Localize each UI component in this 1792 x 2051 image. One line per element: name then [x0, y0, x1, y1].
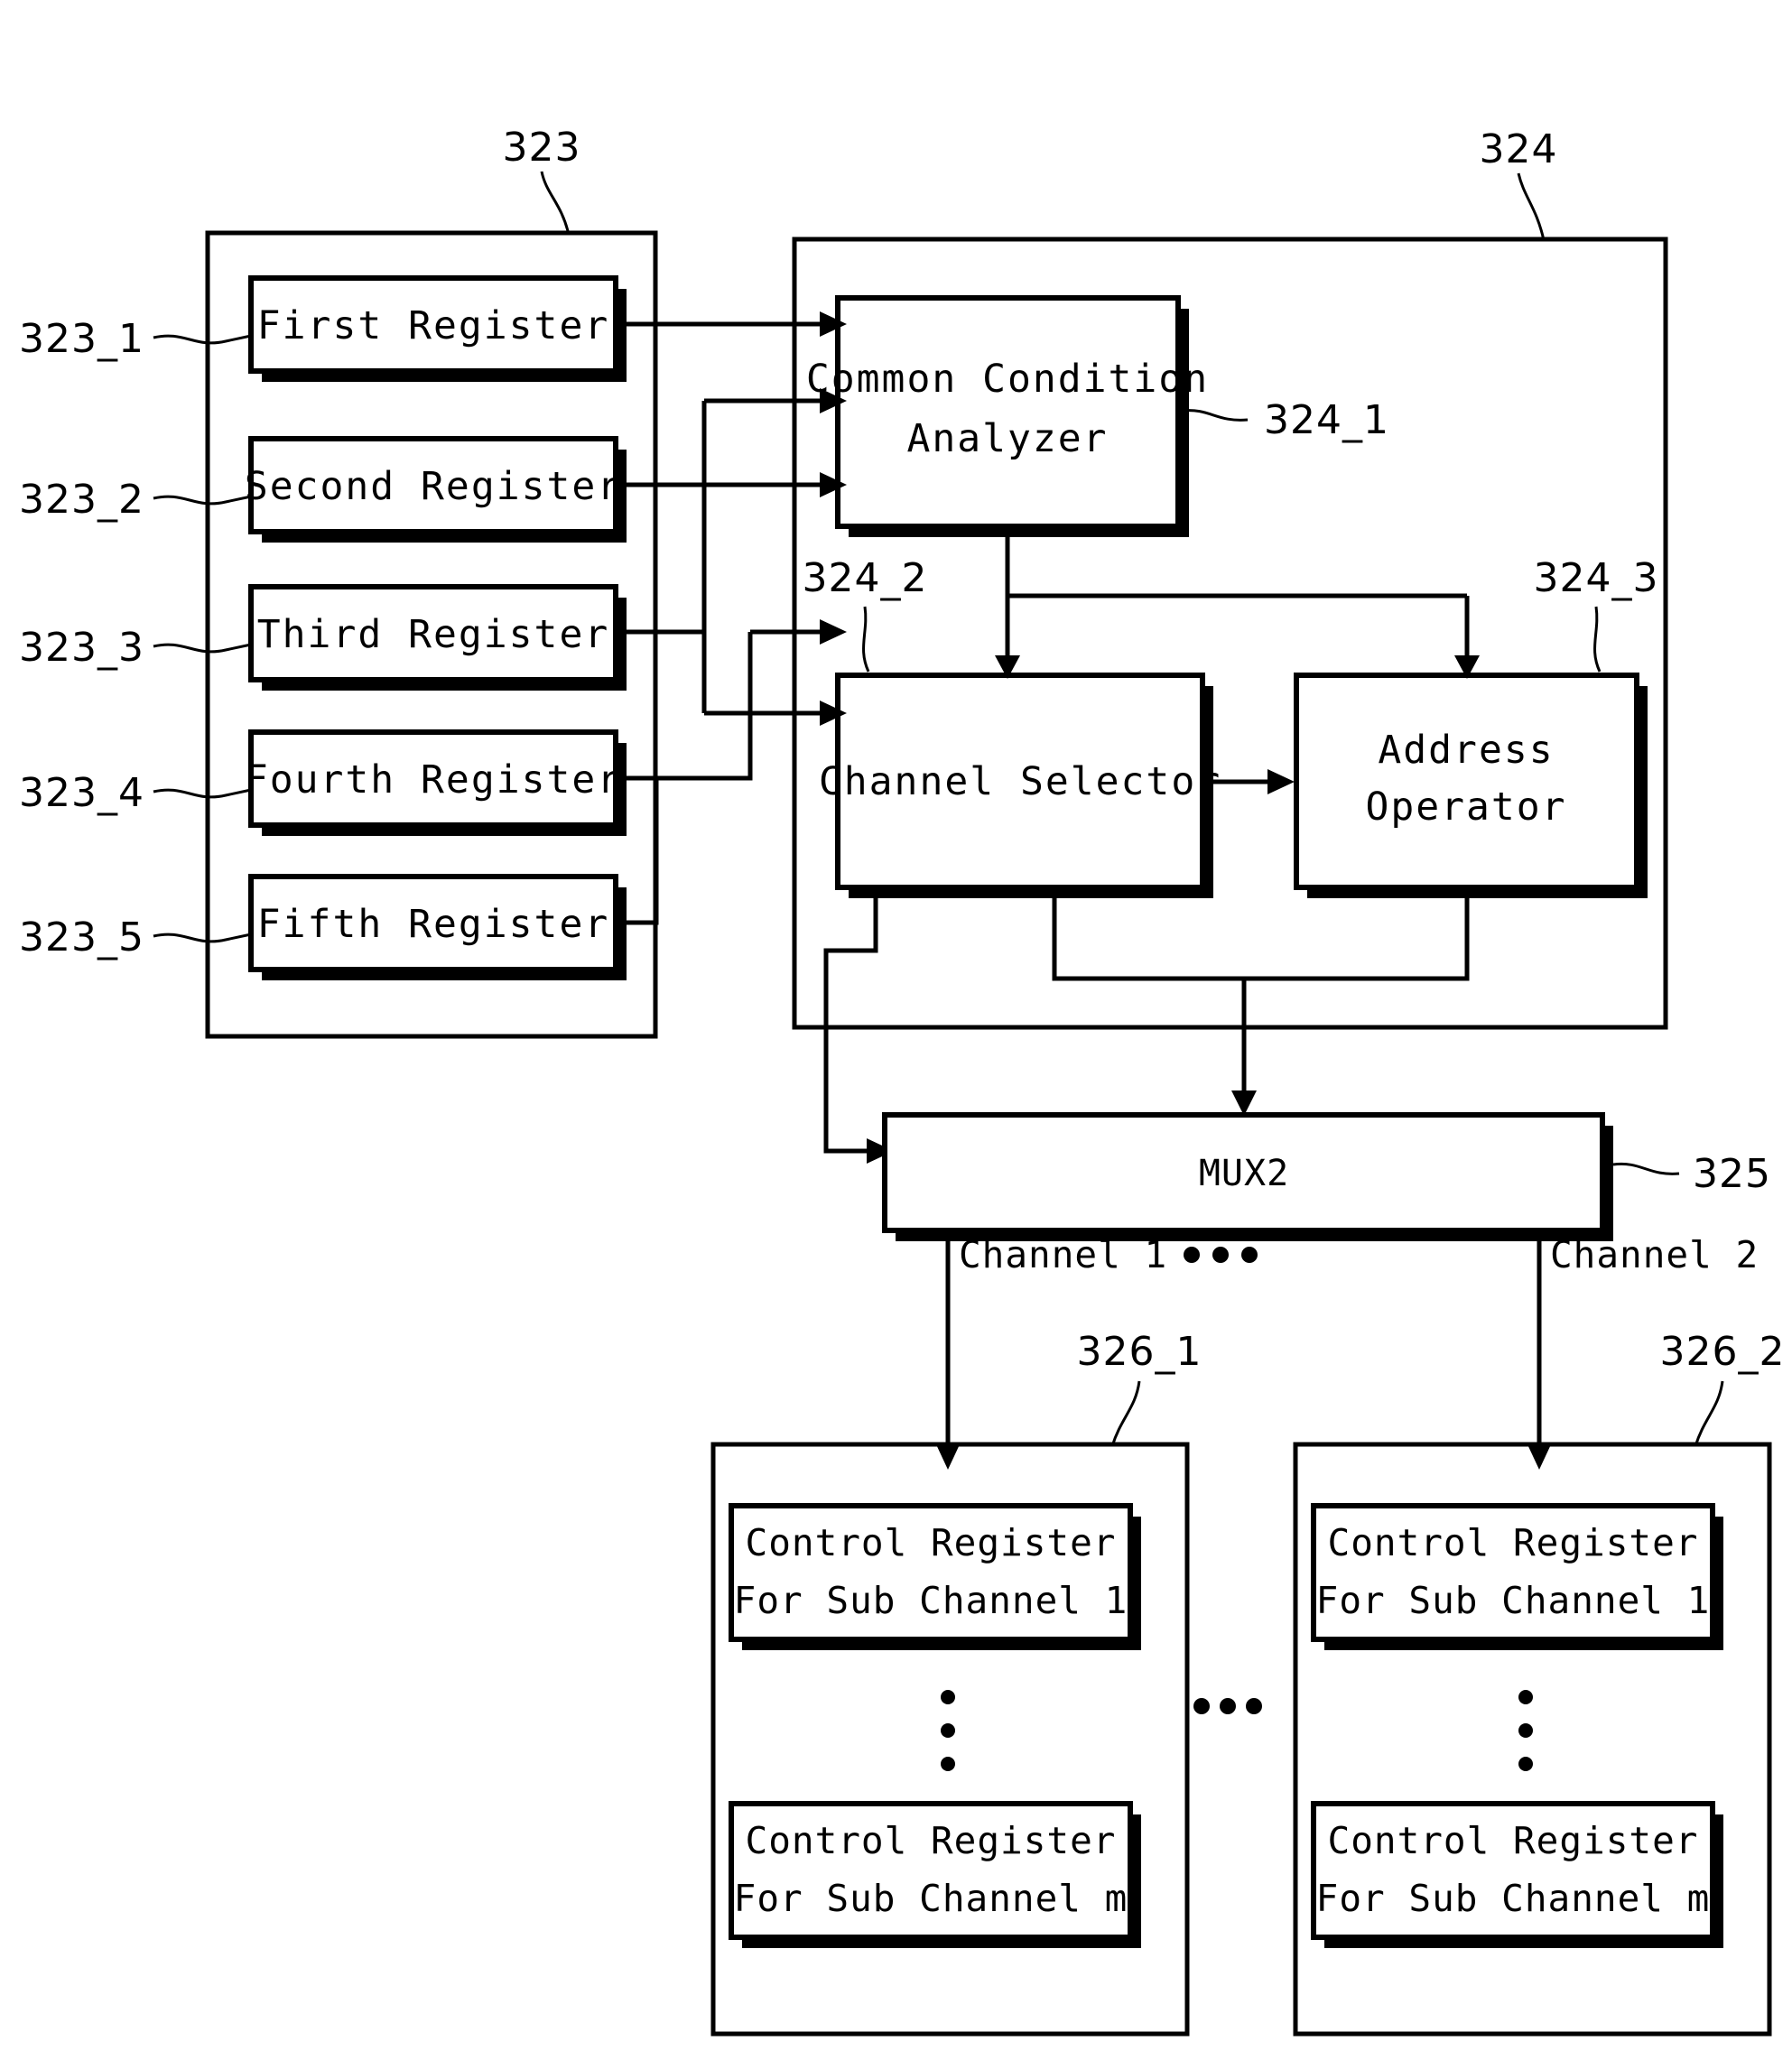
arrowhead-address-operator-left-in — [1267, 769, 1295, 794]
address-operator-label-line2: Operator — [1365, 784, 1566, 830]
ref-label-326-2: 326_2 — [1660, 1329, 1786, 1375]
patent-figure-canvas: 323 324 323_1 323_2 323_3 323_4 323_5 Fi… — [0, 0, 1792, 2051]
channel2-label: Channel 2 — [1550, 1233, 1759, 1276]
ref-label-324-1: 324_1 — [1264, 397, 1389, 443]
first-register-label: First Register — [257, 303, 609, 348]
ref-label-323-4: 323_4 — [19, 770, 144, 816]
common-condition-analyzer-box — [835, 295, 1181, 529]
leader-line-324-2 — [862, 606, 870, 673]
leader-line-323-4 — [153, 788, 252, 799]
ref-label-324-2: 324_2 — [803, 555, 928, 601]
ch1-ctrl-reg-1-line2: For Sub Channel 1 — [734, 1579, 1128, 1622]
ref-label-323: 323 — [503, 125, 581, 171]
between-panels-ellipsis-dot-3 — [1246, 1698, 1262, 1714]
common-condition-analyzer-label-line2: Analyzer — [906, 416, 1108, 461]
mux2-label: MUX2 — [1199, 1153, 1289, 1194]
leader-line-323-3 — [153, 643, 252, 654]
address-operator-box — [1294, 673, 1639, 890]
leader-line-323 — [540, 171, 571, 236]
ch2-ctrl-reg-1-line1: Control Register — [1328, 1521, 1699, 1564]
ch1-ctrl-reg-m-line2: For Sub Channel m — [734, 1877, 1128, 1920]
ch1-vertical-ellipsis-dot-2 — [941, 1723, 955, 1738]
fourth-register-label: Fourth Register — [245, 757, 622, 803]
third-register-label: Third Register — [257, 612, 609, 657]
fifth-register-label: Fifth Register — [257, 902, 609, 947]
channel-label-ellipsis-dot-3 — [1241, 1247, 1258, 1263]
ch1-ctrl-reg-1-line1: Control Register — [746, 1521, 1117, 1564]
ref-label-323-2: 323_2 — [19, 477, 144, 523]
leader-line-324-3 — [1593, 606, 1602, 673]
leader-line-324 — [1517, 172, 1546, 241]
wire-address-operator-out — [1244, 898, 1470, 981]
between-panels-ellipsis-dot-2 — [1220, 1698, 1236, 1714]
ch2-vertical-ellipsis-dot-2 — [1518, 1723, 1533, 1738]
ch2-vertical-ellipsis-dot-3 — [1518, 1757, 1533, 1771]
ref-label-326-1: 326_1 — [1077, 1329, 1202, 1375]
leader-line-325 — [1612, 1162, 1680, 1175]
arrowhead-selector-in1 — [820, 619, 847, 645]
ch1-vertical-ellipsis-dot-1 — [941, 1690, 955, 1704]
ch2-vertical-ellipsis-dot-1 — [1518, 1690, 1533, 1704]
wire-fourth-register-riser — [616, 632, 753, 781]
address-operator-label-line1: Address — [1378, 728, 1554, 773]
diagram-svg: 323 324 323_1 323_2 323_3 323_4 323_5 Fi… — [19, 125, 1786, 2037]
wire-selector-out-left-to-mux — [823, 898, 878, 1154]
wire-selector-out-center — [1052, 898, 1244, 981]
ref-label-323-5: 323_5 — [19, 914, 144, 961]
channel1-label: Channel 1 — [959, 1233, 1167, 1276]
leader-line-324-1 — [1182, 409, 1249, 422]
ch2-ctrl-reg-m-line1: Control Register — [1328, 1819, 1699, 1862]
leader-line-323-1 — [153, 334, 252, 345]
arrowhead-mux-top-in — [1231, 1090, 1257, 1116]
leader-line-323-5 — [153, 933, 252, 943]
ref-label-323-3: 323_3 — [19, 625, 144, 671]
leader-line-326-2 — [1694, 1380, 1724, 1447]
second-register-label: Second Register — [245, 464, 622, 509]
channel-selector-label: Channel Selector — [819, 759, 1221, 804]
leader-line-323-2 — [153, 495, 252, 506]
ch2-ctrl-reg-1-line2: For Sub Channel 1 — [1316, 1579, 1711, 1622]
leader-line-326-1 — [1110, 1380, 1141, 1447]
ref-label-323-1: 323_1 — [19, 316, 144, 362]
channel-label-ellipsis-dot-1 — [1184, 1247, 1200, 1263]
ch2-ctrl-reg-m-line2: For Sub Channel m — [1316, 1877, 1711, 1920]
ref-label-324: 324 — [1480, 126, 1558, 172]
ch1-ctrl-reg-m-line1: Control Register — [746, 1819, 1117, 1862]
wire-third-register-riser — [616, 401, 707, 635]
between-panels-ellipsis-dot-1 — [1193, 1698, 1210, 1714]
common-condition-analyzer-label-line1: Common Condition — [806, 357, 1209, 402]
ch1-vertical-ellipsis-dot-3 — [941, 1757, 955, 1771]
channel-label-ellipsis-dot-2 — [1212, 1247, 1229, 1263]
ref-label-324-3: 324_3 — [1534, 555, 1659, 601]
wire-fifth-register-riser — [616, 775, 750, 925]
ref-label-325: 325 — [1693, 1151, 1771, 1197]
